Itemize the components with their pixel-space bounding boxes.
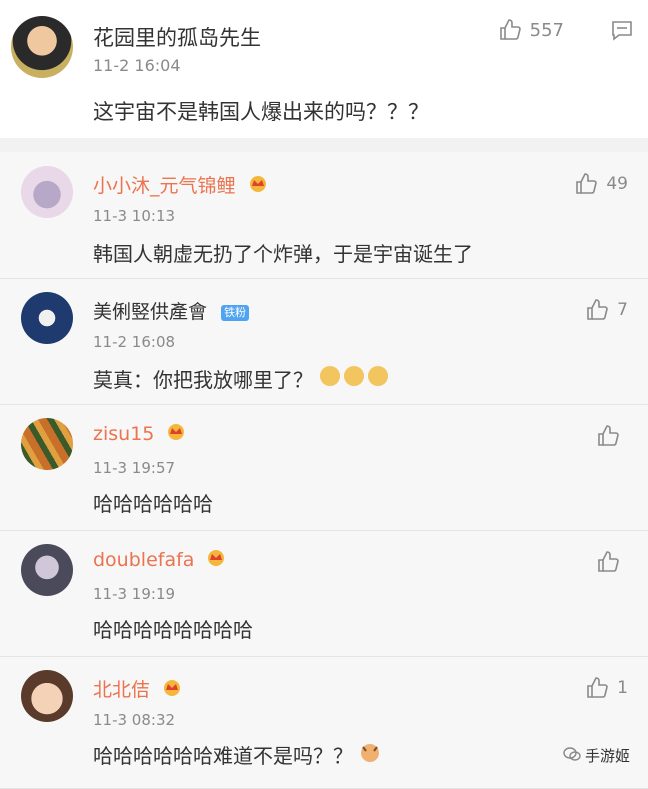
timestamp: 11-2 16:04 [93,56,181,75]
main-comment: 花园里的孤岛先生 11-2 16:04 557 这宇宙不是韩国人爆出来的吗？？？ [0,0,648,138]
username[interactable]: 小小沐_元气锦鲤 [93,171,268,198]
username-text: zisu15 [93,423,155,445]
reply-text: 韩国人朝虚无扔了个炸弹，于是宇宙诞生了 [93,242,473,266]
thumbs-up-icon [574,172,598,196]
reply-item: 小小沐_元气锦鲤 11-3 10:13 韩国人朝虚无扔了个炸弹，于是宇宙诞生了 … [0,152,648,279]
timestamp: 11-3 19:57 [93,459,176,477]
like-button[interactable] [596,424,628,448]
cat-emoji-icon [359,744,381,768]
like-button[interactable]: 7 [585,298,628,322]
watermark: 手游姬 [563,745,630,766]
vip-crown-icon [206,549,226,572]
reply-item: 北北佶 11-3 08:32 哈哈哈哈哈哈难道不是吗？？ 1 [0,656,648,789]
like-count: 7 [617,300,628,320]
divider [0,138,648,152]
avatar[interactable] [21,166,73,218]
username[interactable]: 美俐竪供產會 铁粉 [93,297,250,324]
reply-item: zisu15 11-3 19:57 哈哈哈哈哈哈 [0,404,648,531]
username-text: doublefafa [93,549,195,571]
username-text: 美俐竪供產會 [93,301,208,323]
reply-text: 哈哈哈哈哈哈难道不是吗？？ [93,740,381,769]
reply-text: 哈哈哈哈哈哈哈哈 [93,618,253,642]
doge-emoji-icon [319,366,391,392]
reply-text-body: 莫真：你把我放哪里了？ [93,368,313,392]
avatar[interactable] [21,292,73,344]
like-button[interactable] [596,550,628,574]
thumbs-up-icon [585,298,609,322]
reply-list: 小小沐_元气锦鲤 11-3 10:13 韩国人朝虚无扔了个炸弹，于是宇宙诞生了 … [0,152,648,789]
wechat-icon [563,746,581,766]
like-button[interactable]: 557 [498,18,564,42]
like-count: 1 [617,678,628,698]
vip-crown-icon [166,423,186,446]
like-button[interactable]: 1 [585,676,628,700]
timestamp: 11-3 08:32 [93,711,176,729]
reply-item: doublefafa 11-3 19:19 哈哈哈哈哈哈哈哈 [0,530,648,657]
comment-text: 这宇宙不是韩国人爆出来的吗？？？ [93,100,429,124]
comment-button[interactable] [610,18,634,42]
like-count: 557 [529,19,564,41]
username-text: 北北佶 [93,679,151,701]
thumbs-up-icon [596,550,620,574]
avatar[interactable] [21,670,73,722]
username[interactable]: 北北佶 [93,675,182,702]
comment-icon [610,18,634,42]
username[interactable]: doublefafa [93,549,226,572]
avatar[interactable] [21,418,73,470]
like-count: 49 [606,174,628,194]
reply-text: 莫真：你把我放哪里了？ [93,364,391,393]
timestamp: 11-2 16:08 [93,333,176,351]
timestamp: 11-3 19:19 [93,585,176,603]
avatar[interactable] [11,16,73,78]
reply-text-body: 哈哈哈哈哈哈难道不是吗？？ [93,744,353,768]
like-button[interactable]: 49 [574,172,628,196]
thumbs-up-icon [498,18,522,42]
thumbs-up-icon [596,424,620,448]
reply-item: 美俐竪供產會 铁粉 11-2 16:08 莫真：你把我放哪里了？ 7 [0,278,648,405]
username[interactable]: zisu15 [93,423,186,446]
vip-crown-icon [248,175,268,198]
avatar[interactable] [21,544,73,596]
timestamp: 11-3 10:13 [93,207,176,225]
fan-badge: 铁粉 [221,304,250,321]
vip-crown-icon [162,679,182,702]
reply-text: 哈哈哈哈哈哈 [93,492,213,516]
username[interactable]: 花园里的孤岛先生 [93,22,261,52]
watermark-text: 手游姬 [584,747,630,765]
username-text: 小小沐_元气锦鲤 [93,175,236,197]
thumbs-up-icon [585,676,609,700]
